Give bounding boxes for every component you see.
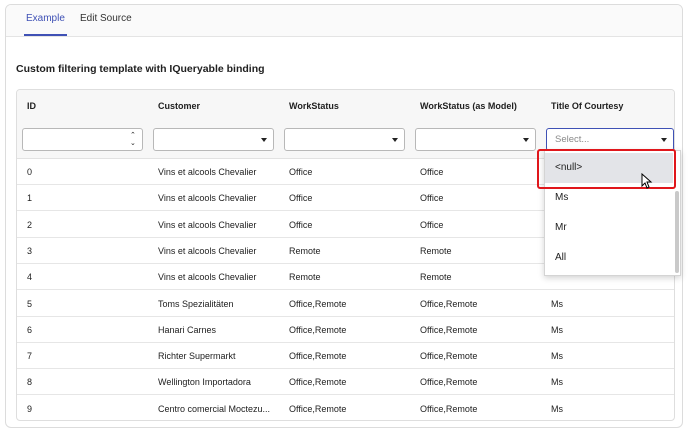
cell-customer: Hanari Carnes bbox=[158, 324, 217, 335]
cell-customer: Vins et alcools Chevalier bbox=[158, 193, 257, 204]
option-mr[interactable]: Mr bbox=[545, 213, 673, 243]
cell-workstatus-model: Office,Remote bbox=[420, 403, 478, 414]
cell-title: Ms bbox=[551, 298, 563, 309]
title-filter-dropdown[interactable]: Select... bbox=[546, 128, 674, 151]
table-row[interactable]: 7 Richter Supermarkt Office,Remote Office,R… bbox=[17, 343, 674, 370]
column-header-customer[interactable]: Customer bbox=[158, 90, 200, 120]
cell-id: 7 bbox=[27, 351, 33, 362]
cell-workstatus-model: Office bbox=[420, 167, 444, 177]
cell-id: 0 bbox=[27, 167, 33, 177]
cell-title: Ms bbox=[551, 324, 563, 335]
cell-customer: Vins et alcools Chevalier bbox=[158, 219, 257, 230]
table-row[interactable]: 5 Toms Spezialitäten Office,Remote Office,R… bbox=[17, 291, 674, 317]
cell-workstatus: Office bbox=[289, 219, 313, 230]
cell-workstatus: Office bbox=[289, 167, 313, 177]
cell-workstatus: Office,Remote bbox=[289, 403, 347, 414]
cell-id: 1 bbox=[27, 193, 33, 204]
column-header-workstatus[interactable]: WorkStatus bbox=[289, 90, 339, 120]
id-filter-numeric-input[interactable]: ⌃ ⌄ bbox=[22, 128, 143, 151]
column-header-workstatus-model[interactable]: WorkStatus (as Model) bbox=[420, 90, 517, 120]
cell-customer: Wellington Importadora bbox=[158, 377, 251, 388]
cell-workstatus: Office bbox=[289, 193, 313, 204]
column-header-title-of-courtesy[interactable]: Title Of Courtesy bbox=[551, 90, 623, 120]
cell-customer: Vins et alcools Chevalier bbox=[158, 272, 257, 283]
column-header-id[interactable]: ID bbox=[27, 90, 36, 120]
cell-workstatus-model: Office bbox=[420, 193, 444, 204]
cell-customer: Centro comercial Moctezu... bbox=[158, 403, 271, 414]
option-null[interactable]: <null> bbox=[545, 153, 673, 183]
spin-down-icon[interactable]: ⌄ bbox=[130, 140, 136, 148]
option-all[interactable]: All bbox=[545, 243, 673, 273]
cell-workstatus: Office,Remote bbox=[289, 298, 347, 309]
caret-down-icon bbox=[661, 138, 667, 142]
cell-workstatus-model: Office,Remote bbox=[420, 377, 478, 388]
caret-down-icon bbox=[392, 138, 398, 142]
cell-workstatus-model: Office bbox=[420, 219, 444, 230]
tab-example[interactable]: Example bbox=[24, 5, 67, 36]
cell-workstatus: Office,Remote bbox=[289, 324, 347, 335]
title-filter-placeholder: Select... bbox=[555, 134, 590, 145]
dropdown-scrollbar[interactable] bbox=[675, 191, 679, 273]
cell-id: 2 bbox=[27, 219, 33, 230]
cell-title: Ms bbox=[551, 351, 563, 362]
cell-title: Ms bbox=[551, 403, 563, 414]
cell-workstatus: Remote bbox=[289, 245, 321, 256]
cell-workstatus-model: Remote bbox=[420, 272, 452, 283]
caret-down-icon bbox=[261, 138, 267, 142]
cell-workstatus: Office,Remote bbox=[289, 377, 347, 388]
tab-edit-source[interactable]: Edit Source bbox=[80, 5, 132, 36]
cell-id: 3 bbox=[27, 245, 33, 256]
grid-header-row: ID Customer WorkStatus WorkStatus (as Mo… bbox=[17, 90, 674, 120]
caret-down-icon bbox=[523, 138, 529, 142]
cell-workstatus-model: Office,Remote bbox=[420, 351, 478, 362]
cell-workstatus-model: Office,Remote bbox=[420, 324, 478, 335]
cell-customer: Vins et alcools Chevalier bbox=[158, 167, 257, 177]
cell-workstatus-model: Office,Remote bbox=[420, 298, 478, 309]
option-ms[interactable]: Ms bbox=[545, 183, 673, 213]
mouse-pointer-icon bbox=[641, 173, 653, 189]
spin-up-icon[interactable]: ⌃ bbox=[130, 132, 136, 140]
demo-title: Custom filtering template with IQueryabl… bbox=[16, 63, 265, 75]
cell-workstatus-model: Remote bbox=[420, 245, 452, 256]
table-row[interactable]: 6 Hanari Carnes Office,Remote Office,Remote… bbox=[17, 317, 674, 343]
cell-id: 8 bbox=[27, 377, 33, 388]
workstatus-filter-dropdown[interactable] bbox=[284, 128, 405, 151]
cell-id: 4 bbox=[27, 272, 33, 283]
table-row[interactable]: 9 Centro comercial Moctezu... Office,Remot… bbox=[17, 396, 674, 420]
tab-bar: Example Edit Source bbox=[6, 5, 682, 37]
cell-workstatus: Remote bbox=[289, 272, 321, 283]
cell-workstatus: Office,Remote bbox=[289, 351, 347, 362]
cell-customer: Toms Spezialitäten bbox=[158, 298, 234, 309]
cell-title: Ms bbox=[551, 377, 563, 388]
cell-id: 9 bbox=[27, 403, 33, 414]
table-row[interactable]: 8 Wellington Importadora Office,Remote Offi… bbox=[17, 369, 674, 396]
cell-customer: Vins et alcools Chevalier bbox=[158, 245, 257, 256]
workstatus-model-filter-dropdown[interactable] bbox=[415, 128, 536, 151]
customer-filter-dropdown[interactable] bbox=[153, 128, 274, 151]
cell-customer: Richter Supermarkt bbox=[158, 351, 236, 362]
cell-id: 5 bbox=[27, 298, 33, 309]
numeric-spinner[interactable]: ⌃ ⌄ bbox=[130, 131, 138, 149]
title-filter-popup: <null> Ms Mr All bbox=[544, 150, 681, 276]
cell-id: 6 bbox=[27, 324, 33, 335]
